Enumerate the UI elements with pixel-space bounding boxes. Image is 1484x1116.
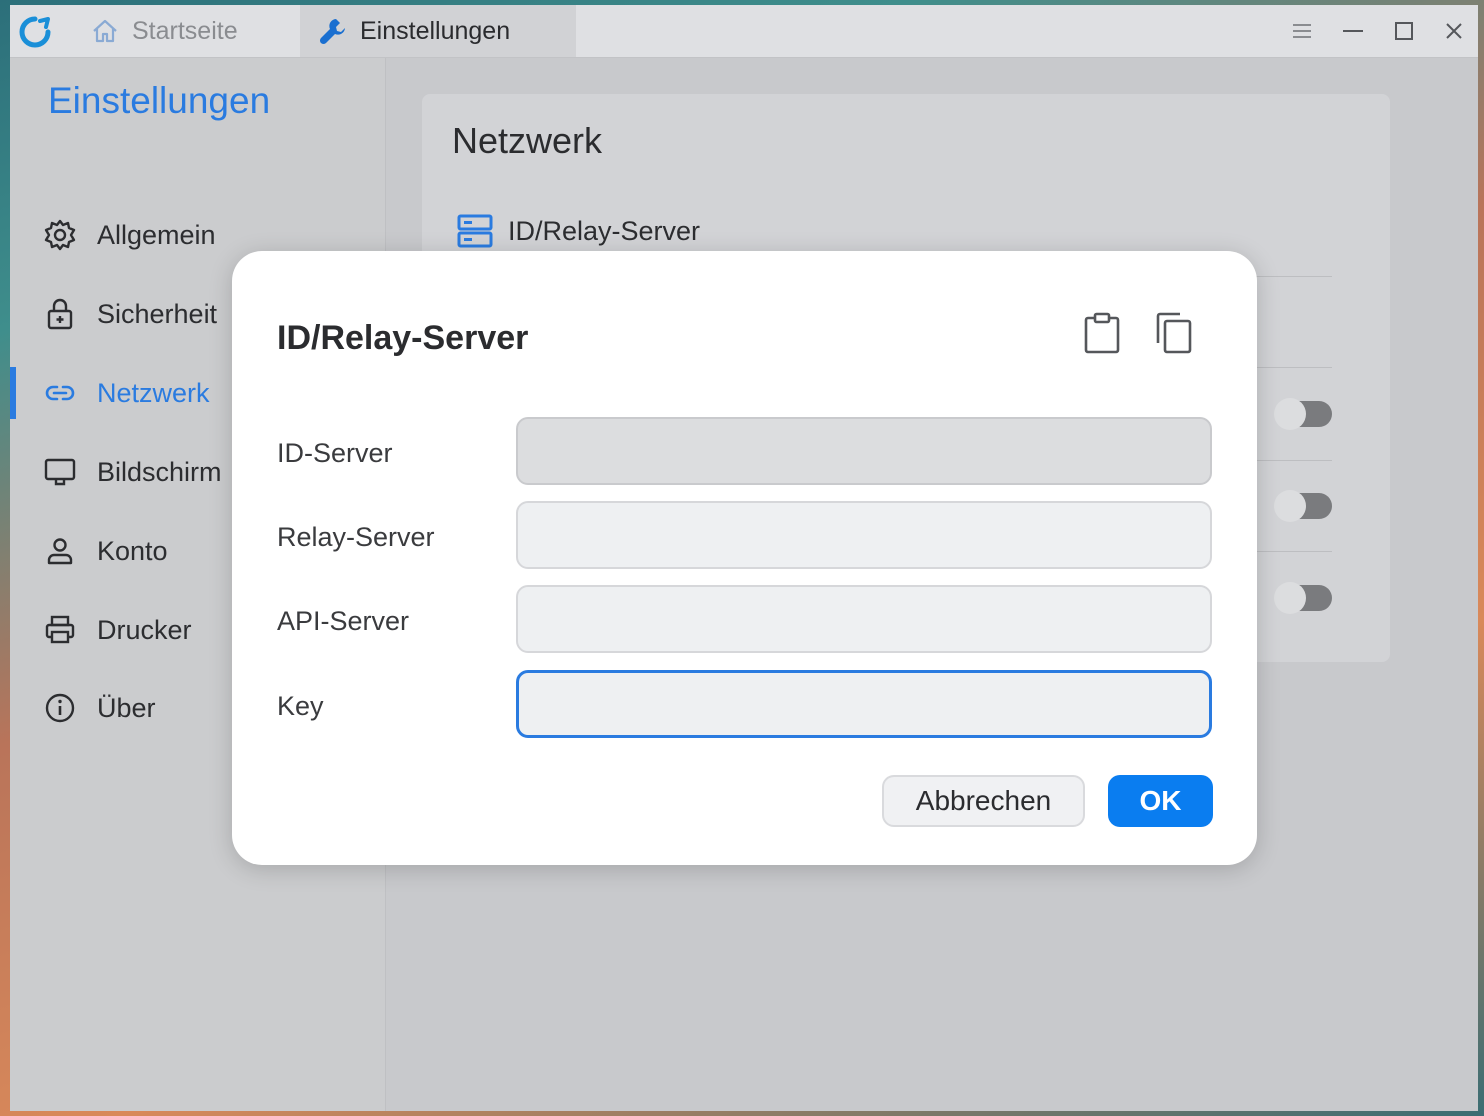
home-icon bbox=[93, 19, 117, 43]
id-server-input[interactable] bbox=[516, 417, 1212, 485]
maximize-icon[interactable] bbox=[1390, 17, 1418, 45]
sidebar-item-label: Sicherheit bbox=[97, 298, 218, 329]
gear-icon bbox=[44, 219, 76, 251]
monitor-icon bbox=[44, 458, 76, 486]
tab-settings[interactable]: Einstellungen bbox=[300, 5, 576, 57]
api-server-label: API-Server bbox=[277, 606, 410, 636]
copy-icon[interactable] bbox=[1154, 311, 1194, 355]
close-icon[interactable] bbox=[1440, 17, 1468, 45]
id-server-label: ID-Server bbox=[277, 438, 393, 468]
key-input[interactable] bbox=[516, 670, 1212, 738]
sidebar-item-label: Netzwerk bbox=[97, 377, 210, 408]
ok-button[interactable]: OK bbox=[1108, 775, 1213, 827]
key-label: Key bbox=[277, 691, 324, 721]
relay-server-label: Relay-Server bbox=[277, 522, 435, 552]
id-relay-server-row[interactable]: ID/Relay-Server bbox=[456, 212, 700, 250]
tab-home-label: Startseite bbox=[132, 16, 238, 45]
dialog-title: ID/Relay-Server bbox=[277, 319, 529, 357]
link-icon bbox=[45, 385, 75, 401]
sidebar-item-label: Konto bbox=[97, 535, 168, 566]
sidebar-item-label: Drucker bbox=[97, 614, 192, 645]
toggle-switch[interactable] bbox=[1274, 490, 1332, 522]
sidebar-item-label: Über bbox=[97, 692, 156, 723]
minimize-icon[interactable] bbox=[1339, 17, 1367, 45]
server-icon bbox=[457, 214, 493, 248]
card-title: Netzwerk bbox=[452, 120, 603, 161]
clipboard-paste-icon[interactable] bbox=[1082, 311, 1122, 355]
sidebar-item-label: Bildschirm bbox=[97, 456, 222, 487]
cancel-button[interactable]: Abbrechen bbox=[882, 775, 1085, 827]
info-icon bbox=[45, 693, 75, 723]
person-icon bbox=[47, 538, 73, 565]
tab-settings-label: Einstellungen bbox=[360, 16, 511, 45]
sidebar-item-label: Allgemein bbox=[97, 219, 216, 250]
api-server-input[interactable] bbox=[516, 585, 1212, 653]
app-logo-icon bbox=[19, 16, 51, 48]
wrench-icon bbox=[319, 19, 345, 45]
id-relay-server-label: ID/Relay-Server bbox=[508, 215, 701, 246]
relay-server-input[interactable] bbox=[516, 501, 1212, 569]
toggle-switch[interactable] bbox=[1274, 582, 1332, 614]
title-bar: Startseite Einstellungen bbox=[10, 5, 1478, 58]
toggle-switch[interactable] bbox=[1274, 398, 1332, 430]
id-relay-server-dialog: ID/Relay-Server ID-Server Relay-Server A… bbox=[232, 251, 1257, 865]
menu-icon[interactable] bbox=[1288, 17, 1316, 45]
lock-icon bbox=[47, 298, 73, 330]
tab-home[interactable]: Startseite bbox=[90, 5, 300, 57]
printer-icon bbox=[45, 615, 75, 644]
sidebar-title: Einstellungen bbox=[48, 80, 271, 121]
